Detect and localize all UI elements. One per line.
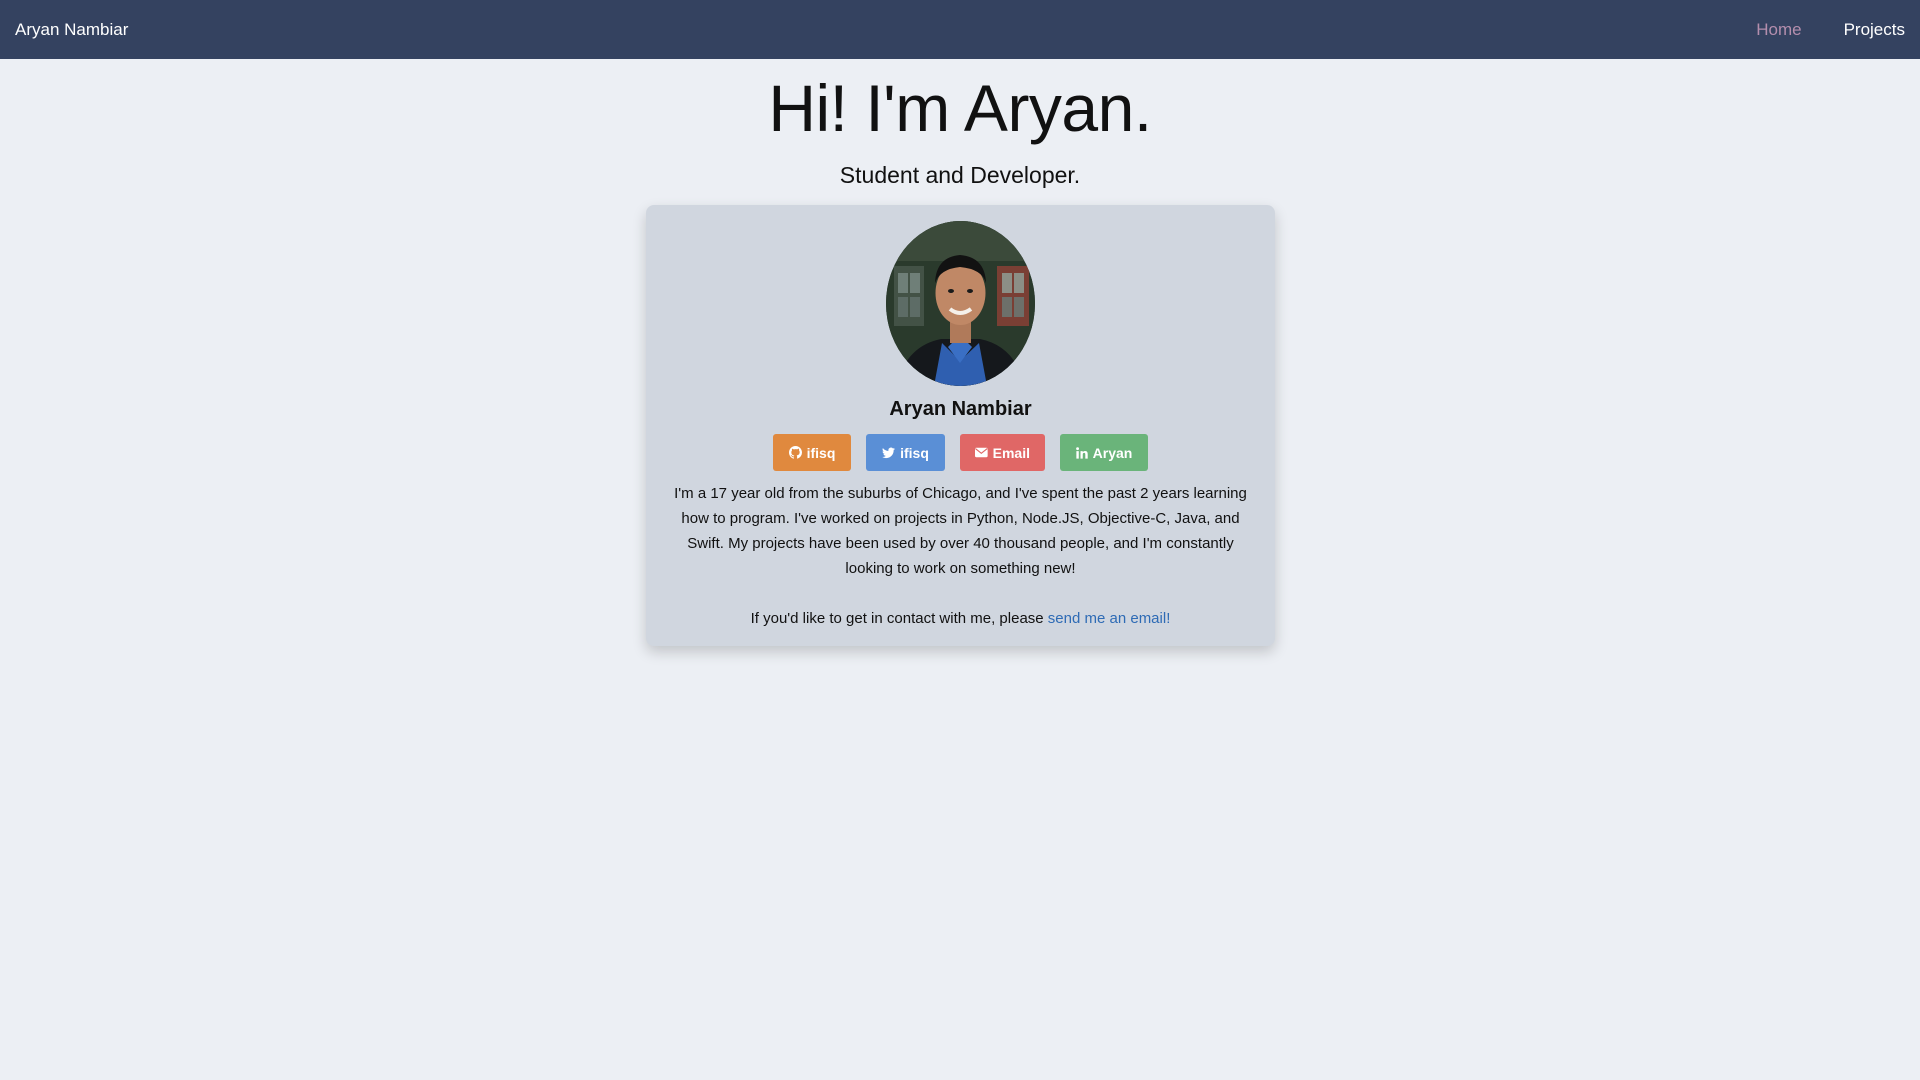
bio-text: I'm a 17 year old from the suburbs of Ch… [674,485,1247,577]
github-button-label: ifisq [806,444,836,461]
twitter-button-label: ifisq [900,444,929,461]
contact-text: If you'd like to get in contact with me,… [646,606,1275,631]
hero-title: Hi! I'm Aryan. [768,71,1152,145]
github-button[interactable]: ifisq [773,434,851,471]
contact-prefix: If you'd like to get in contact with me,… [750,610,1048,627]
profile-card: Aryan Nambiar ifisq ifisq Email Aryan I'… [646,205,1275,646]
twitter-icon [882,447,896,458]
linkedin-button-label: Aryan [1092,444,1133,461]
send-email-link[interactable]: send me an email! [1048,610,1171,627]
envelope-icon [975,447,988,458]
email-button-label: Email [992,444,1030,461]
avatar [886,221,1035,386]
linkedin-button[interactable]: Aryan [1060,434,1148,471]
navbar: Aryan Nambiar Home Projects [0,0,1920,59]
nav-home-link[interactable]: Home [1756,20,1801,40]
social-buttons: ifisq ifisq Email Aryan [646,434,1275,471]
brand-link[interactable]: Aryan Nambiar [15,20,128,40]
twitter-button[interactable]: ifisq [866,434,945,471]
linkedin-icon [1075,446,1088,459]
profile-name: Aryan Nambiar [889,398,1032,420]
nav-links: Home Projects [1756,20,1905,40]
github-icon [788,446,802,459]
email-button[interactable]: Email [960,434,1045,471]
profile-photo [886,221,1035,386]
nav-projects-link[interactable]: Projects [1844,20,1905,40]
hero-subtitle: Student and Developer. [839,162,1081,188]
